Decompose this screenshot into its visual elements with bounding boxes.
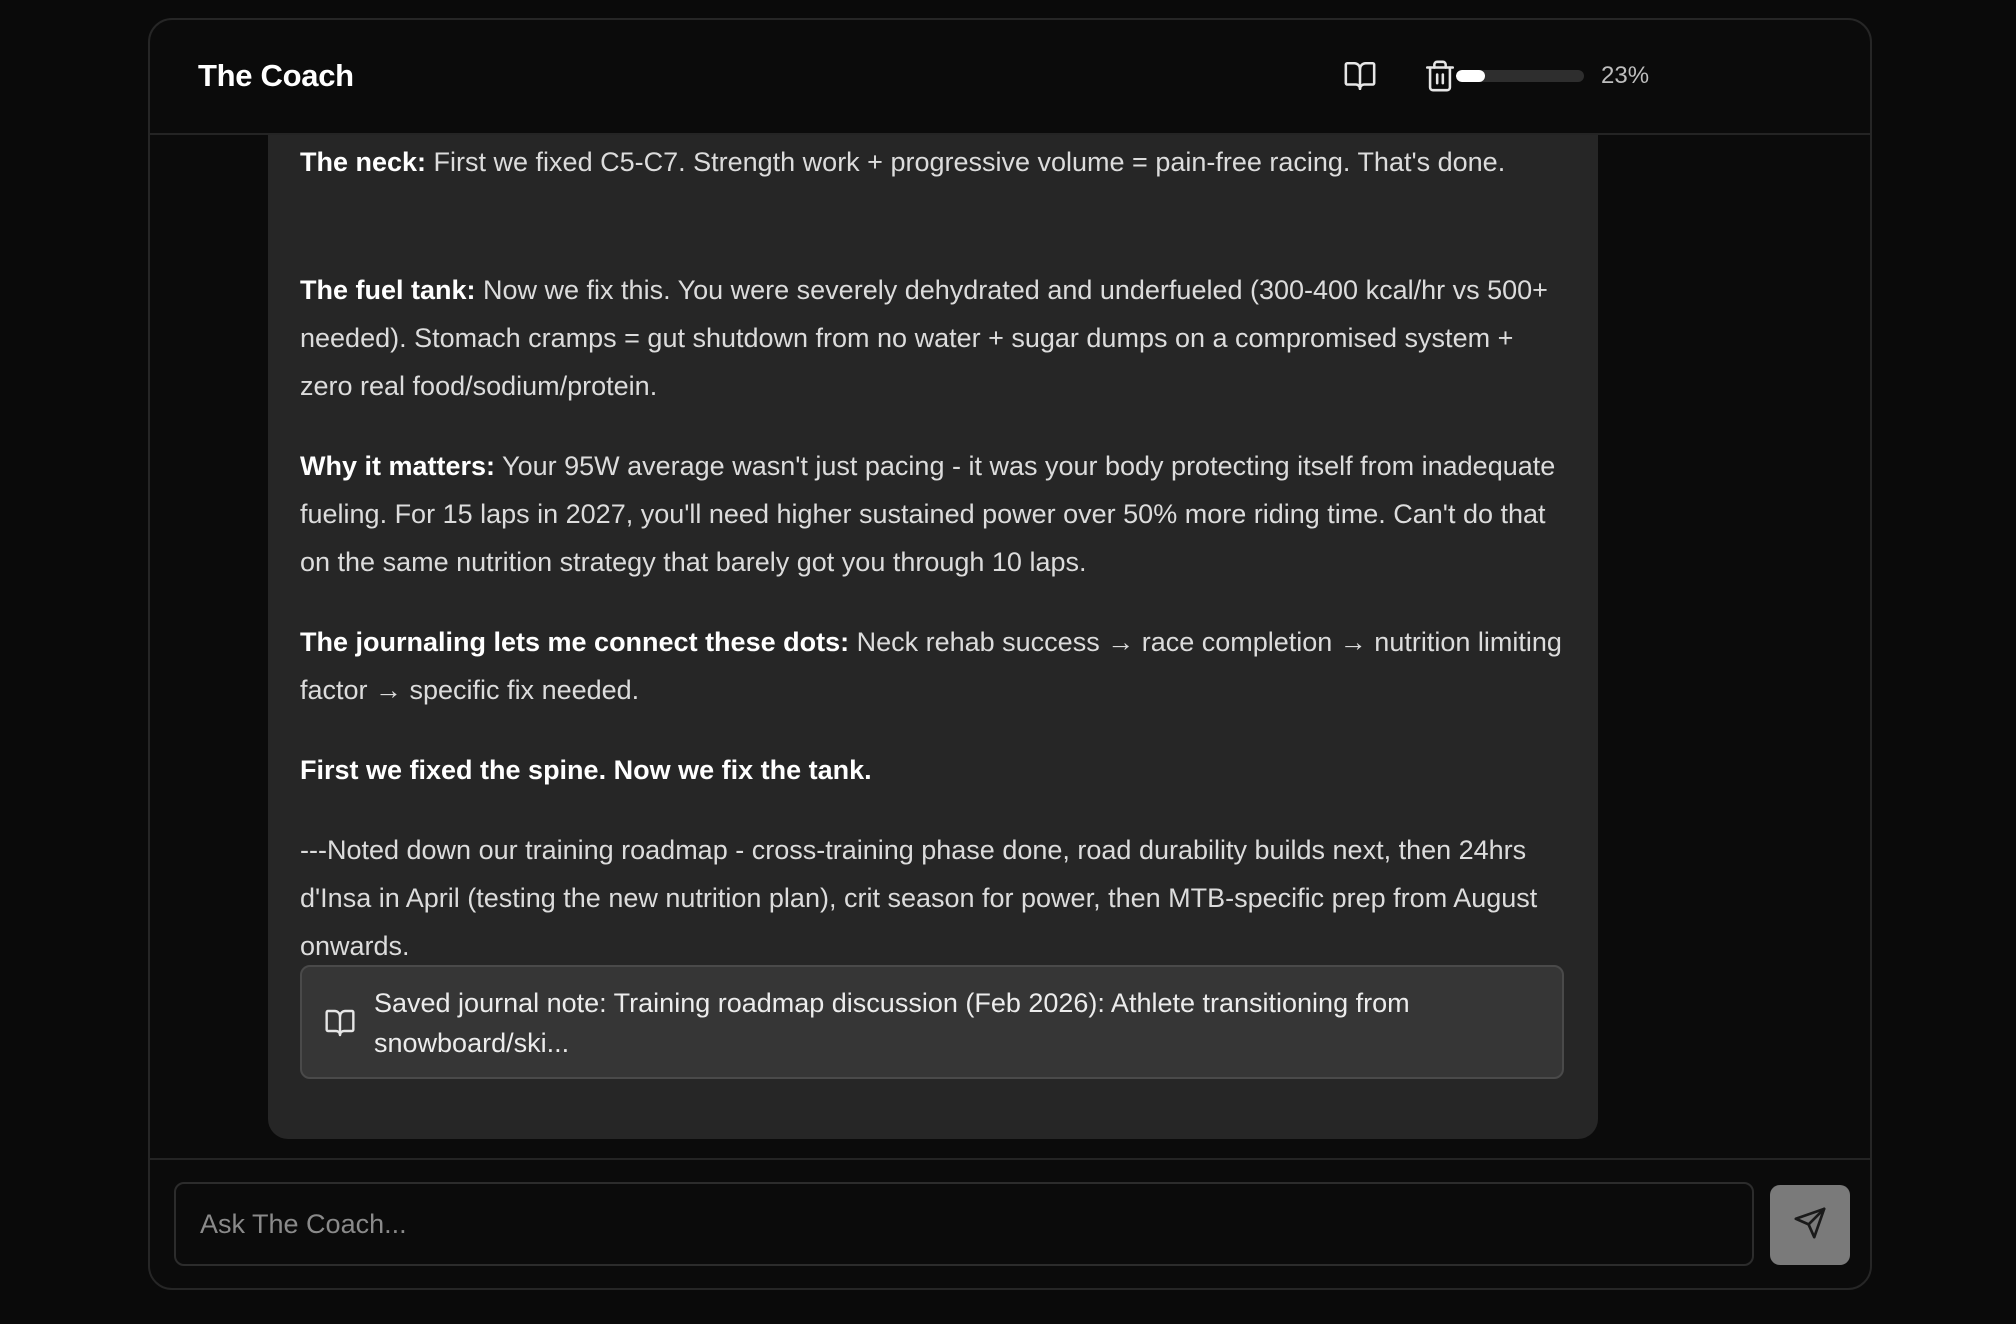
paragraph-text: ---Noted down our training roadmap - cro…: [300, 835, 1538, 961]
coach-message: The neck: First we fixed C5-C7. Strength…: [268, 135, 1598, 1139]
progress-fill: [1456, 70, 1486, 82]
ask-input[interactable]: [174, 1182, 1754, 1266]
paragraph-heading: Why it matters:: [300, 451, 496, 481]
journal-note-card[interactable]: Saved journal note: Training roadmap dis…: [300, 965, 1564, 1079]
journal-note-text: Saved journal note: Training roadmap dis…: [374, 988, 1410, 1058]
journal-button[interactable]: [1340, 56, 1380, 96]
composer: [150, 1158, 1870, 1288]
paragraph-text: Now we fix this. You were severely dehyd…: [300, 275, 1548, 401]
coach-window: The Coach 23% The neck: First we fixed C…: [148, 18, 1872, 1290]
message-paragraph: Why it matters: Your 95W average wasn't …: [300, 442, 1570, 586]
send-icon: [1793, 1206, 1827, 1245]
message-paragraph: The journaling lets me connect these dot…: [300, 618, 1570, 714]
paragraph-text: First we fixed C5-C7. Strength work + pr…: [426, 147, 1506, 177]
paragraph-heading: The fuel tank:: [300, 275, 476, 305]
message-paragraph: ---Noted down our training roadmap - cro…: [300, 826, 1570, 970]
paragraph-heading: The neck:: [300, 147, 427, 177]
book-open-icon: [324, 1007, 356, 1044]
paragraph-heading: The journaling lets me connect these dot…: [300, 627, 850, 657]
progress-bar: [1456, 70, 1584, 82]
delete-button[interactable]: [1420, 56, 1460, 96]
progress-label: 23%: [1601, 62, 1650, 89]
chat-area[interactable]: The neck: First we fixed C5-C7. Strength…: [150, 135, 1870, 1175]
paragraph-heading: First we fixed the spine. Now we fix the…: [300, 755, 872, 785]
book-open-icon: [1343, 59, 1377, 93]
app-title: The Coach: [198, 58, 354, 93]
header: The Coach 23%: [150, 20, 1870, 135]
message-paragraph: The neck: First we fixed C5-C7. Strength…: [300, 138, 1570, 186]
message-paragraph: First we fixed the spine. Now we fix the…: [300, 746, 1570, 794]
send-button[interactable]: [1770, 1185, 1850, 1265]
trash-icon: [1423, 59, 1457, 93]
message-paragraph: The fuel tank: Now we fix this. You were…: [300, 266, 1570, 410]
